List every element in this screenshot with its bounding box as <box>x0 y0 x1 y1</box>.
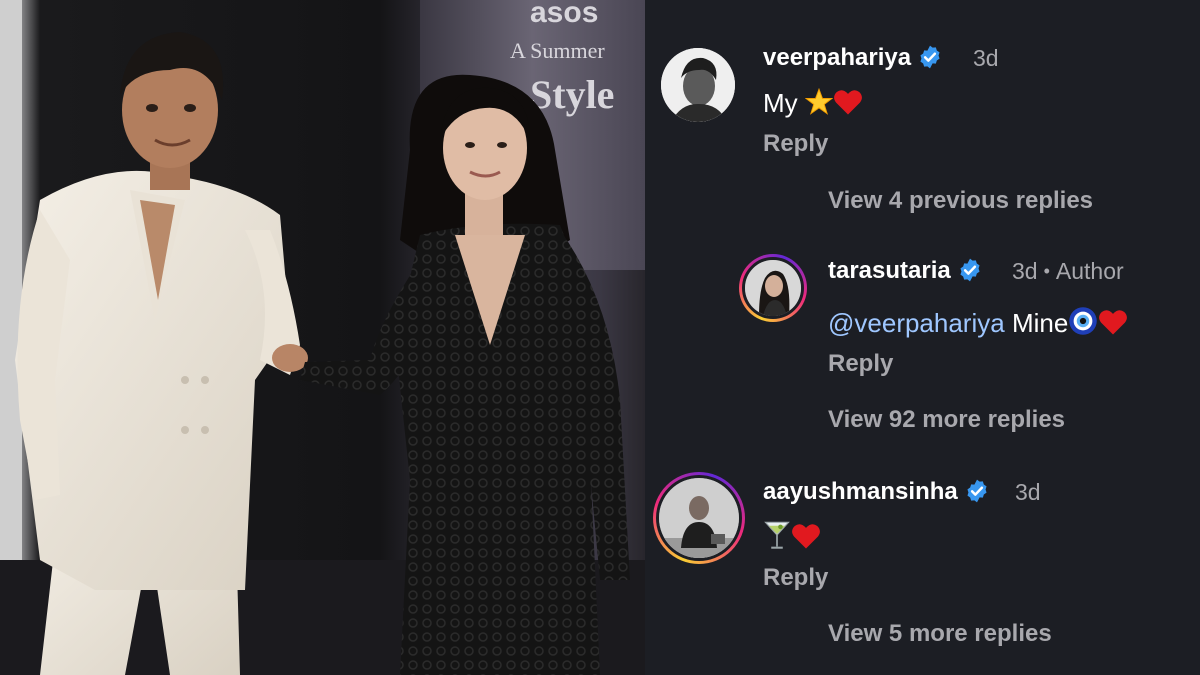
separator-dot: • <box>1043 261 1050 281</box>
comment-3-username[interactable]: aayushmansinha <box>763 478 958 505</box>
comment-1-view-replies[interactable]: View 4 previous replies <box>828 187 1093 215</box>
avatar-tarasutaria-inner <box>742 257 804 319</box>
comment-2-reply-button[interactable]: Reply <box>828 350 893 378</box>
avatar-tarasutaria-image <box>745 260 801 316</box>
star-emoji <box>804 88 833 115</box>
comments-panel: veerpahariya 3d My Reply View 4 previous… <box>645 0 1200 675</box>
verified-badge-icon <box>967 479 987 503</box>
comment-3-username-row[interactable]: aayushmansinha <box>763 478 990 506</box>
avatar-tarasutaria[interactable] <box>739 254 807 322</box>
comment-2-text-body: Mine <box>1004 308 1069 338</box>
comment-2-text: @veerpahariya Mine <box>828 306 1128 339</box>
avatar-aayushmansinha[interactable] <box>653 472 745 564</box>
comment-1-text: My <box>763 88 863 119</box>
runway-photo-illustration: asos A Summer Style <box>0 0 645 675</box>
avatar-veerpahariya-image <box>661 48 735 122</box>
verified-badge-icon <box>960 258 980 282</box>
backdrop-line1: A Summer <box>510 38 605 63</box>
runway-photo: asos A Summer Style <box>0 0 645 675</box>
heart-emoji <box>1099 310 1128 335</box>
avatar-veerpahariya[interactable] <box>661 48 735 122</box>
avatar-aayushmansinha-image <box>659 478 739 558</box>
nazar-emoji <box>1069 307 1098 335</box>
avatar-aayushmansinha-inner <box>656 475 742 561</box>
comment-3-time: 3d <box>1015 479 1041 505</box>
comment-3-text <box>763 520 821 553</box>
verified-badge-icon <box>920 45 940 69</box>
comment-1-reply-button[interactable]: Reply <box>763 130 828 158</box>
comment-1-text-prefix: My <box>763 88 805 118</box>
comment-1-time: 3d <box>973 45 999 71</box>
backdrop-line2: Style <box>530 72 614 117</box>
comment-1-username[interactable]: veerpahariya <box>763 44 911 71</box>
comment-2-time: 3d <box>1012 258 1038 284</box>
comment-2-view-replies[interactable]: View 92 more replies <box>828 406 1065 434</box>
comment-2-meta: 3d • Author <box>1012 258 1124 285</box>
heart-emoji <box>833 90 862 115</box>
comment-3-reply-button[interactable]: Reply <box>763 564 828 592</box>
comment-2-mention[interactable]: @veerpahariya <box>828 308 1005 338</box>
comment-2-username[interactable]: tarasutaria <box>828 257 951 284</box>
comment-2-username-row[interactable]: tarasutaria <box>828 257 983 285</box>
comment-3-view-replies[interactable]: View 5 more replies <box>828 620 1052 648</box>
backdrop-brand: asos <box>530 0 598 29</box>
cocktail-emoji <box>764 521 790 549</box>
comment-1-username-row[interactable]: veerpahariya <box>763 44 943 72</box>
heart-emoji <box>792 524 820 549</box>
comment-2-author-tag: Author <box>1055 258 1124 284</box>
